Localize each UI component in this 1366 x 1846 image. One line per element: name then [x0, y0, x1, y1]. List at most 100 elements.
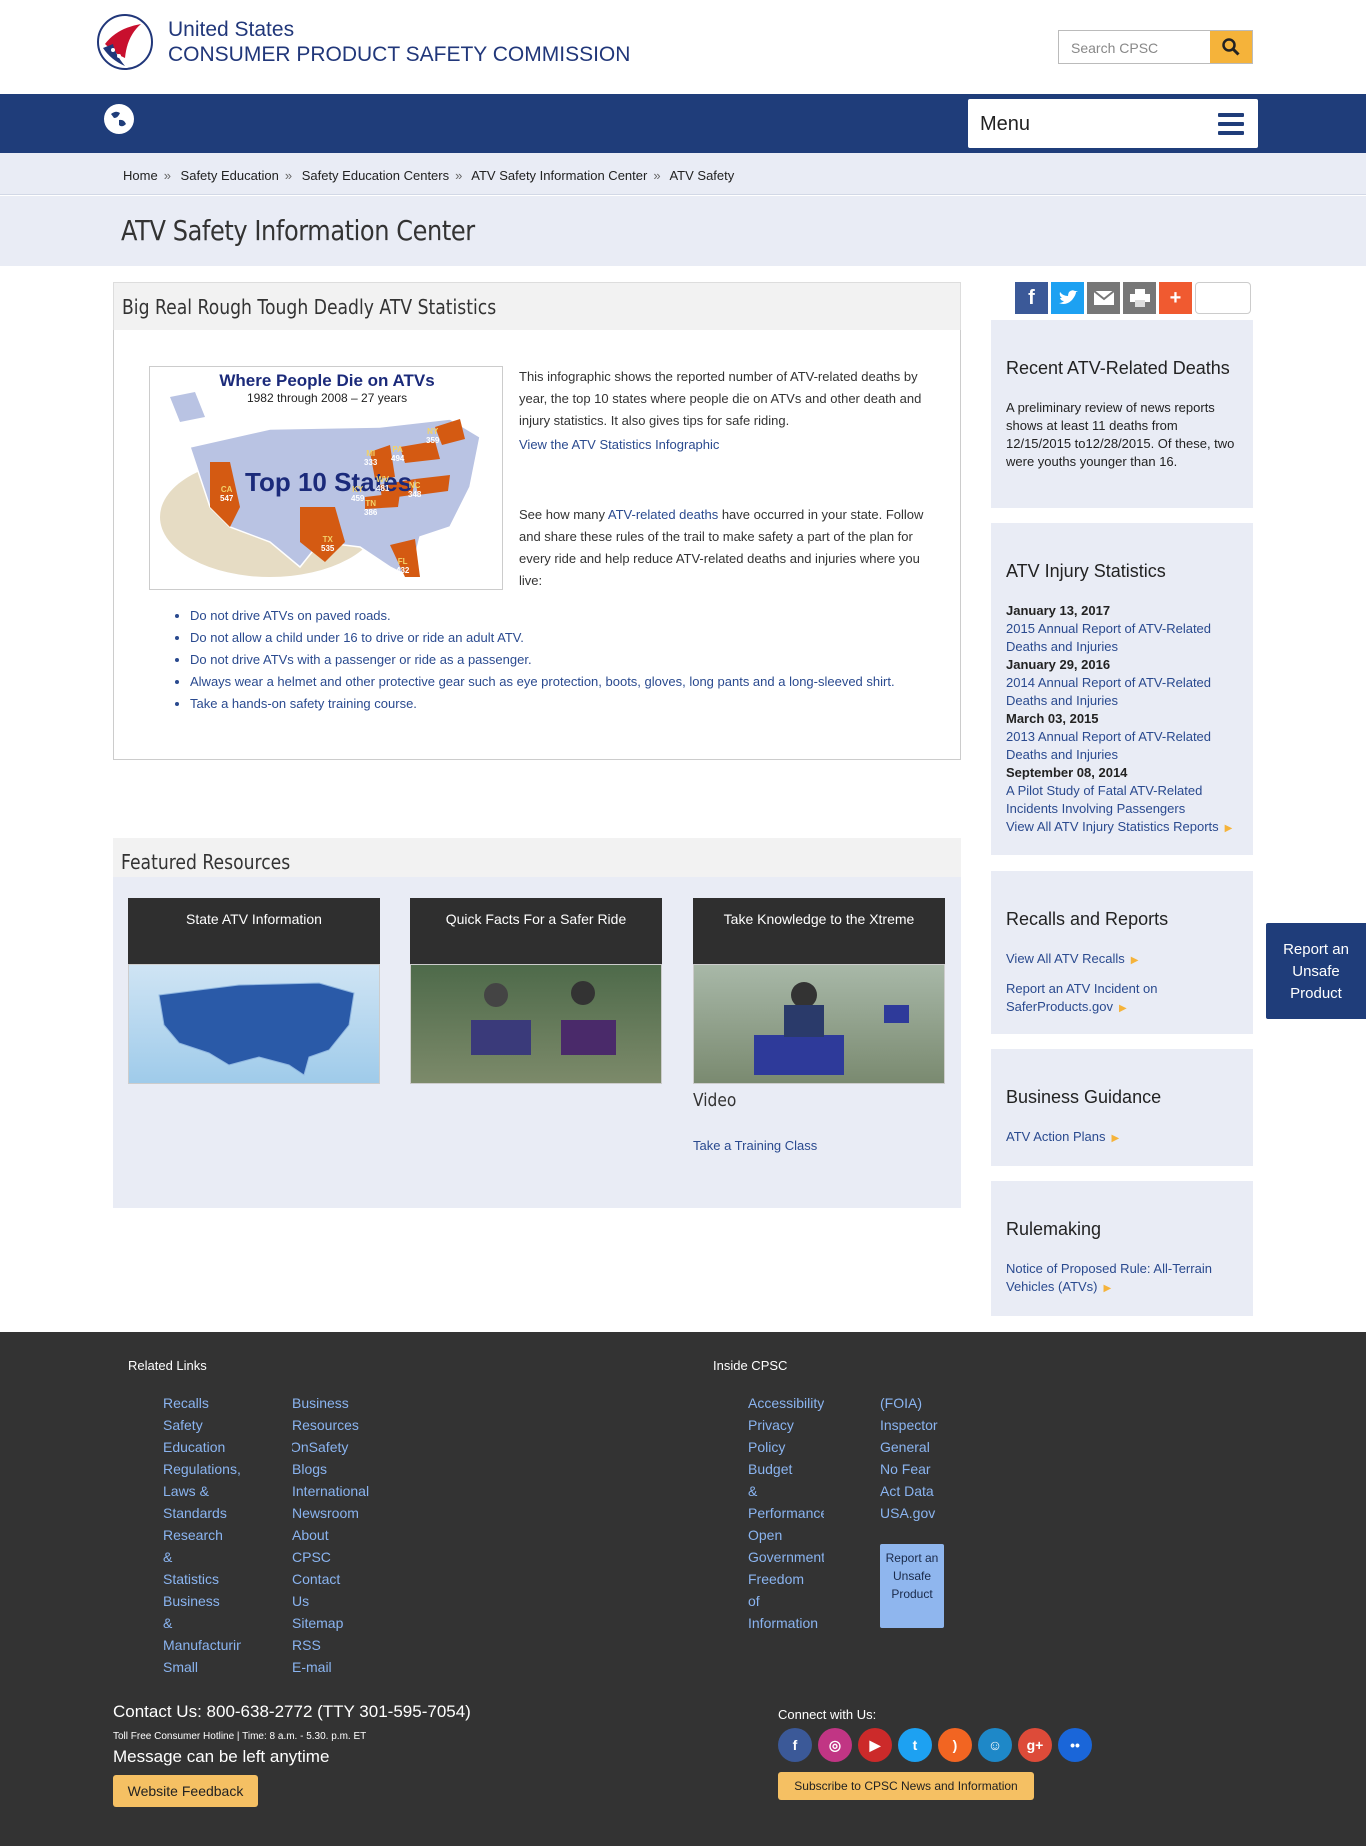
breadcrumb-home[interactable]: Home [123, 168, 158, 183]
breadcrumb-safety-education[interactable]: Safety Education [181, 168, 279, 183]
footer-link[interactable]: Government [748, 1546, 824, 1568]
rule-link[interactable]: Do not drive ATVs on paved roads. [190, 608, 391, 623]
report-link[interactable]: 2014 Annual Report of ATV-Related Deaths… [1006, 674, 1238, 710]
hotline-hours: Toll Free Consumer Hotline | Time: 8 a.m… [113, 1731, 367, 1742]
view-all-injury-reports-link[interactable]: View All ATV Injury Statistics Reports ▶ [1006, 818, 1238, 838]
twitter-icon[interactable]: t [898, 1728, 932, 1762]
rulemaking-panel: Rulemaking Notice of Proposed Rule: All-… [991, 1181, 1253, 1316]
footer-link[interactable]: Privacy [748, 1414, 824, 1436]
proposed-rule-link[interactable]: Notice of Proposed Rule: All-Terrain Veh… [1006, 1260, 1238, 1298]
flickr-icon[interactable]: •• [1058, 1728, 1092, 1762]
footer-link[interactable]: Newsroom [292, 1502, 370, 1524]
footer-link[interactable]: Sitemap [292, 1612, 370, 1634]
footer-link[interactable]: General [880, 1436, 960, 1458]
footer-link[interactable]: Business [292, 1392, 370, 1414]
footer-link[interactable]: Performance [748, 1502, 824, 1524]
footer-link[interactable]: Laws & [163, 1480, 241, 1502]
report-link[interactable]: 2015 Annual Report of ATV-Related Deaths… [1006, 620, 1238, 656]
site-header: United States CONSUMER PRODUCT SAFETY CO… [0, 0, 1366, 94]
panel-title: ATV Injury Statistics [1006, 561, 1166, 581]
view-atv-recalls-link[interactable]: View All ATV Recalls ▶ [1006, 950, 1238, 970]
govdelivery-icon[interactable]: ☺ [978, 1728, 1012, 1762]
atv-action-plans-link[interactable]: ATV Action Plans ▶ [1006, 1128, 1238, 1148]
footer-link[interactable]: Budget [748, 1458, 824, 1480]
footer-link[interactable]: Safety [163, 1414, 241, 1436]
panel-title: Recalls and Reports [1006, 909, 1169, 929]
footer-link[interactable]: Freedom [748, 1568, 824, 1590]
footer-col-3: Accessibility Privacy Policy Budget & Perform… [748, 1392, 824, 1634]
search-button[interactable] [1210, 31, 1252, 63]
footer-link[interactable]: Accessibility [748, 1392, 824, 1414]
footer-link[interactable]: Recalls [163, 1392, 241, 1414]
footer-link[interactable]: Business [163, 1590, 241, 1612]
email-share-icon[interactable] [1087, 282, 1120, 314]
footer-link[interactable]: Manufacturing [163, 1634, 241, 1656]
footer-link[interactable]: Policy [748, 1436, 824, 1458]
footer-link[interactable]: Open [748, 1524, 824, 1546]
footer-link[interactable]: Information [748, 1612, 824, 1634]
footer-link[interactable]: Contact [292, 1568, 370, 1590]
twitter-share-icon[interactable] [1051, 282, 1084, 314]
report-atv-incident-link[interactable]: Report an ATV Incident on SaferProducts.… [1006, 980, 1238, 1018]
cpsc-logo[interactable] [97, 14, 153, 70]
footer-link[interactable]: Statistics [163, 1568, 241, 1590]
search-input[interactable]: Search CPSC [1059, 31, 1210, 63]
footer-link[interactable]: & [748, 1480, 824, 1502]
footer-link[interactable]: No Fear [880, 1458, 960, 1480]
rule-link[interactable]: Take a hands-on safety training course. [190, 696, 417, 711]
resource-card-knowledge[interactable]: Take Knowledge to the Xtreme [693, 898, 945, 1084]
footer-link[interactable]: OnSafety [292, 1436, 370, 1458]
training-link[interactable]: Take a Training Class [693, 1138, 817, 1153]
share-bar: f + [1015, 282, 1251, 314]
googleplus-icon[interactable]: g+ [1018, 1728, 1052, 1762]
rss-icon[interactable]: ) [938, 1728, 972, 1762]
atv-deaths-map-image[interactable]: Where People Die on ATVs 1982 through 20… [149, 366, 503, 590]
globe-icon[interactable] [104, 104, 134, 134]
footer-link[interactable]: CPSC [292, 1546, 370, 1568]
add-share-icon[interactable]: + [1159, 282, 1192, 314]
instagram-icon[interactable]: ◎ [818, 1728, 852, 1762]
panel-title: Business Guidance [1006, 1087, 1162, 1107]
website-feedback-button[interactable]: Website Feedback [113, 1775, 258, 1807]
footer-link[interactable]: Act Data [880, 1480, 960, 1502]
rule-link[interactable]: Do not allow a child under 16 to drive o… [190, 630, 524, 645]
subscribe-button[interactable]: Subscribe to CPSC News and Information [778, 1772, 1034, 1800]
footer-link[interactable]: & [163, 1612, 241, 1634]
resource-card-state-atv[interactable]: State ATV Information [128, 898, 380, 1084]
footer-link[interactable]: of [748, 1590, 824, 1612]
resource-card-quick-facts[interactable]: Quick Facts For a Safer Ride [410, 898, 662, 1084]
rule-link[interactable]: Always wear a helmet and other protectiv… [190, 674, 895, 689]
footer-link[interactable]: Resources [292, 1414, 370, 1436]
footer-link[interactable]: Standards [163, 1502, 241, 1524]
atv-deaths-link[interactable]: ATV-related deaths [608, 507, 718, 522]
report-link[interactable]: A Pilot Study of Fatal ATV-Related Incid… [1006, 782, 1238, 818]
report-link[interactable]: 2013 Annual Report of ATV-Related Deaths… [1006, 728, 1238, 764]
footer-link[interactable]: RSS [292, 1634, 370, 1656]
report-unsafe-product-tab[interactable]: Report an Unsafe Product [1266, 923, 1366, 1019]
rule-link[interactable]: Do not drive ATVs with a passenger or ri… [190, 652, 532, 667]
footer-link[interactable]: About [292, 1524, 370, 1546]
infographic-link[interactable]: View the ATV Statistics Infographic [519, 434, 939, 456]
footer-link[interactable]: E-mail [292, 1656, 370, 1678]
footer-report-unsafe-product-button[interactable]: Report an Unsafe Product [880, 1544, 944, 1628]
print-icon[interactable] [1123, 282, 1156, 314]
facebook-icon[interactable]: f [778, 1728, 812, 1762]
footer-link[interactable]: Inspector [880, 1414, 960, 1436]
menu-button[interactable]: Menu [968, 99, 1258, 148]
footer-link[interactable]: Research [163, 1524, 241, 1546]
footer-link[interactable]: Small [163, 1656, 241, 1678]
footer-link[interactable]: USA.gov [880, 1502, 960, 1524]
footer-link[interactable]: Us [292, 1590, 370, 1612]
panel-title: Recent ATV-Related Deaths [1006, 358, 1230, 378]
footer-link[interactable]: International [292, 1480, 370, 1502]
footer-link[interactable]: Blogs [292, 1458, 370, 1480]
footer-link[interactable]: (FOIA) [880, 1392, 960, 1414]
youtube-icon[interactable]: ▶ [858, 1728, 892, 1762]
footer-link[interactable]: & [163, 1546, 241, 1568]
footer-col-4: (FOIA) Inspector General No Fear Act Data USA… [880, 1392, 960, 1524]
facebook-share-icon[interactable]: f [1015, 282, 1048, 314]
breadcrumb-atv-center[interactable]: ATV Safety Information Center [471, 168, 647, 183]
footer-link[interactable]: Education [163, 1436, 241, 1458]
footer-link[interactable]: Regulations, [163, 1458, 241, 1480]
breadcrumb-safety-education-centers[interactable]: Safety Education Centers [302, 168, 449, 183]
